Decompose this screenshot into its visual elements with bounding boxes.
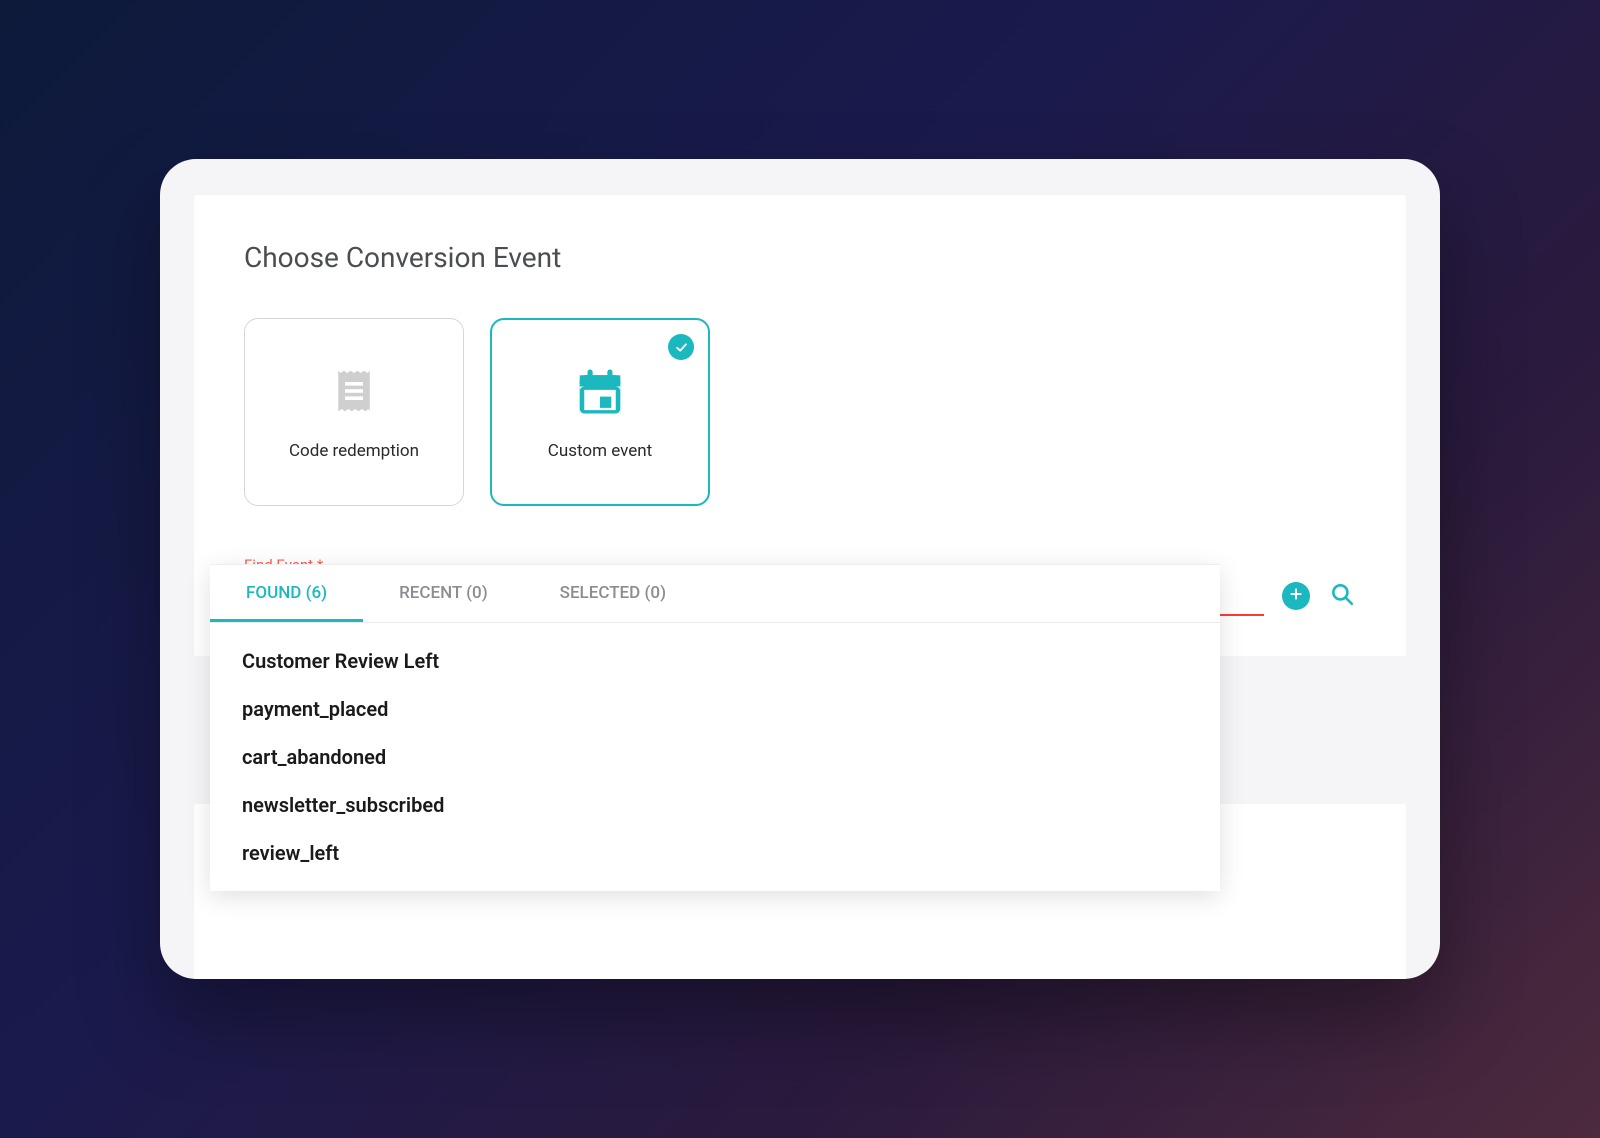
event-card-code-redemption[interactable]: Code redemption (244, 318, 464, 506)
calendar-icon (573, 363, 627, 419)
result-item[interactable]: review_left (210, 829, 1220, 877)
search-button[interactable] (1328, 582, 1356, 610)
result-item[interactable]: Customer Review Left (210, 637, 1220, 685)
event-card-label: Code redemption (289, 441, 419, 461)
result-item[interactable]: payment_placed (210, 685, 1220, 733)
results-tabs: FOUND (6) RECENT (0) SELECTED (0) (210, 565, 1220, 623)
search-icon (1329, 581, 1355, 611)
event-card-label: Custom event (548, 441, 652, 461)
app-canvas: Choose Conversion Event Code redemption (160, 159, 1440, 979)
results-list: Customer Review Left payment_placed cart… (210, 623, 1220, 891)
add-event-button[interactable] (1282, 582, 1310, 610)
result-item[interactable]: cart_abandoned (210, 733, 1220, 781)
receipt-icon (327, 363, 381, 419)
event-type-selector: Code redemption (244, 318, 1356, 506)
event-card-custom-event[interactable]: Custom event (490, 318, 710, 506)
page-title: Choose Conversion Event (244, 241, 1356, 274)
event-results-dropdown: FOUND (6) RECENT (0) SELECTED (0) Custom… (210, 564, 1220, 891)
result-item[interactable]: newsletter_subscribed (210, 781, 1220, 829)
plus-icon (1288, 586, 1304, 606)
check-icon (668, 334, 694, 360)
tab-found[interactable]: FOUND (6) (210, 565, 363, 622)
tab-selected[interactable]: SELECTED (0) (524, 565, 702, 622)
tab-recent[interactable]: RECENT (0) (363, 565, 524, 622)
